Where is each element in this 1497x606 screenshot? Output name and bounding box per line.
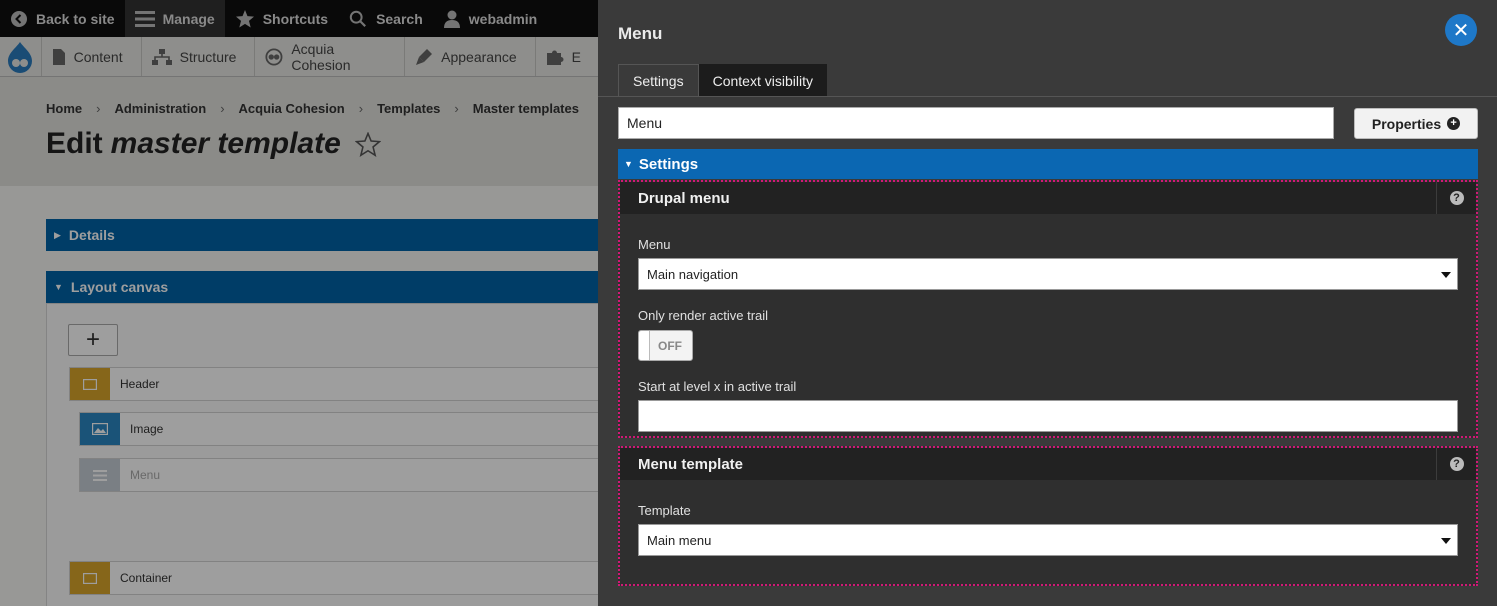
menu-template-group: Menu template ? Template Main menu — [618, 446, 1478, 586]
template-select[interactable]: Main menu — [638, 524, 1458, 556]
plus-circle-icon: + — [1447, 117, 1461, 130]
menu-template-group-header: Menu template ? — [620, 448, 1476, 480]
menu-select-value: Main navigation — [647, 266, 739, 282]
tab-context-visibility[interactable]: Context visibility — [698, 64, 827, 97]
panel-title: Menu — [618, 24, 663, 43]
help-button[interactable]: ? — [1436, 182, 1476, 214]
modal-backdrop[interactable] — [0, 0, 598, 606]
menu-template-group-title: Menu template — [638, 455, 744, 473]
properties-label: Properties — [1371, 115, 1442, 132]
drupal-menu-group-header: Drupal menu ? — [620, 182, 1476, 214]
caret-down-icon — [1441, 538, 1451, 544]
component-settings-panel: Menu ✕ Settings Context visibility Prope… — [598, 0, 1497, 606]
start-level-label: Start at level x in active trail — [638, 379, 797, 394]
tab-settings[interactable]: Settings — [618, 64, 699, 97]
active-trail-toggle[interactable]: OFF — [638, 330, 693, 361]
close-panel-button[interactable]: ✕ — [1445, 14, 1477, 46]
template-field-label: Template — [638, 503, 691, 518]
toggle-knob — [639, 331, 650, 360]
start-level-input[interactable] — [638, 400, 1458, 432]
drupal-menu-group: Drupal menu ? Menu Main navigation Only … — [618, 180, 1478, 438]
drupal-menu-group-title: Drupal menu — [638, 189, 730, 207]
menu-field-label: Menu — [638, 237, 671, 252]
active-trail-label: Only render active trail — [638, 308, 769, 323]
help-button[interactable]: ? — [1436, 448, 1476, 480]
help-icon: ? — [1449, 457, 1464, 471]
component-title-input[interactable] — [618, 107, 1334, 139]
panel-tabs: Settings Context visibility — [618, 64, 827, 97]
tabs-divider — [598, 96, 1497, 97]
settings-section-toggle[interactable]: ▼ Settings — [618, 149, 1478, 179]
settings-section-label: Settings — [638, 155, 699, 173]
menu-select[interactable]: Main navigation — [638, 258, 1458, 290]
template-select-value: Main menu — [647, 532, 712, 548]
properties-button[interactable]: Properties + — [1354, 108, 1478, 139]
triangle-down-icon: ▼ — [624, 159, 633, 169]
help-icon: ? — [1449, 191, 1464, 205]
toggle-state-label: OFF — [658, 338, 682, 353]
caret-down-icon — [1441, 272, 1451, 278]
